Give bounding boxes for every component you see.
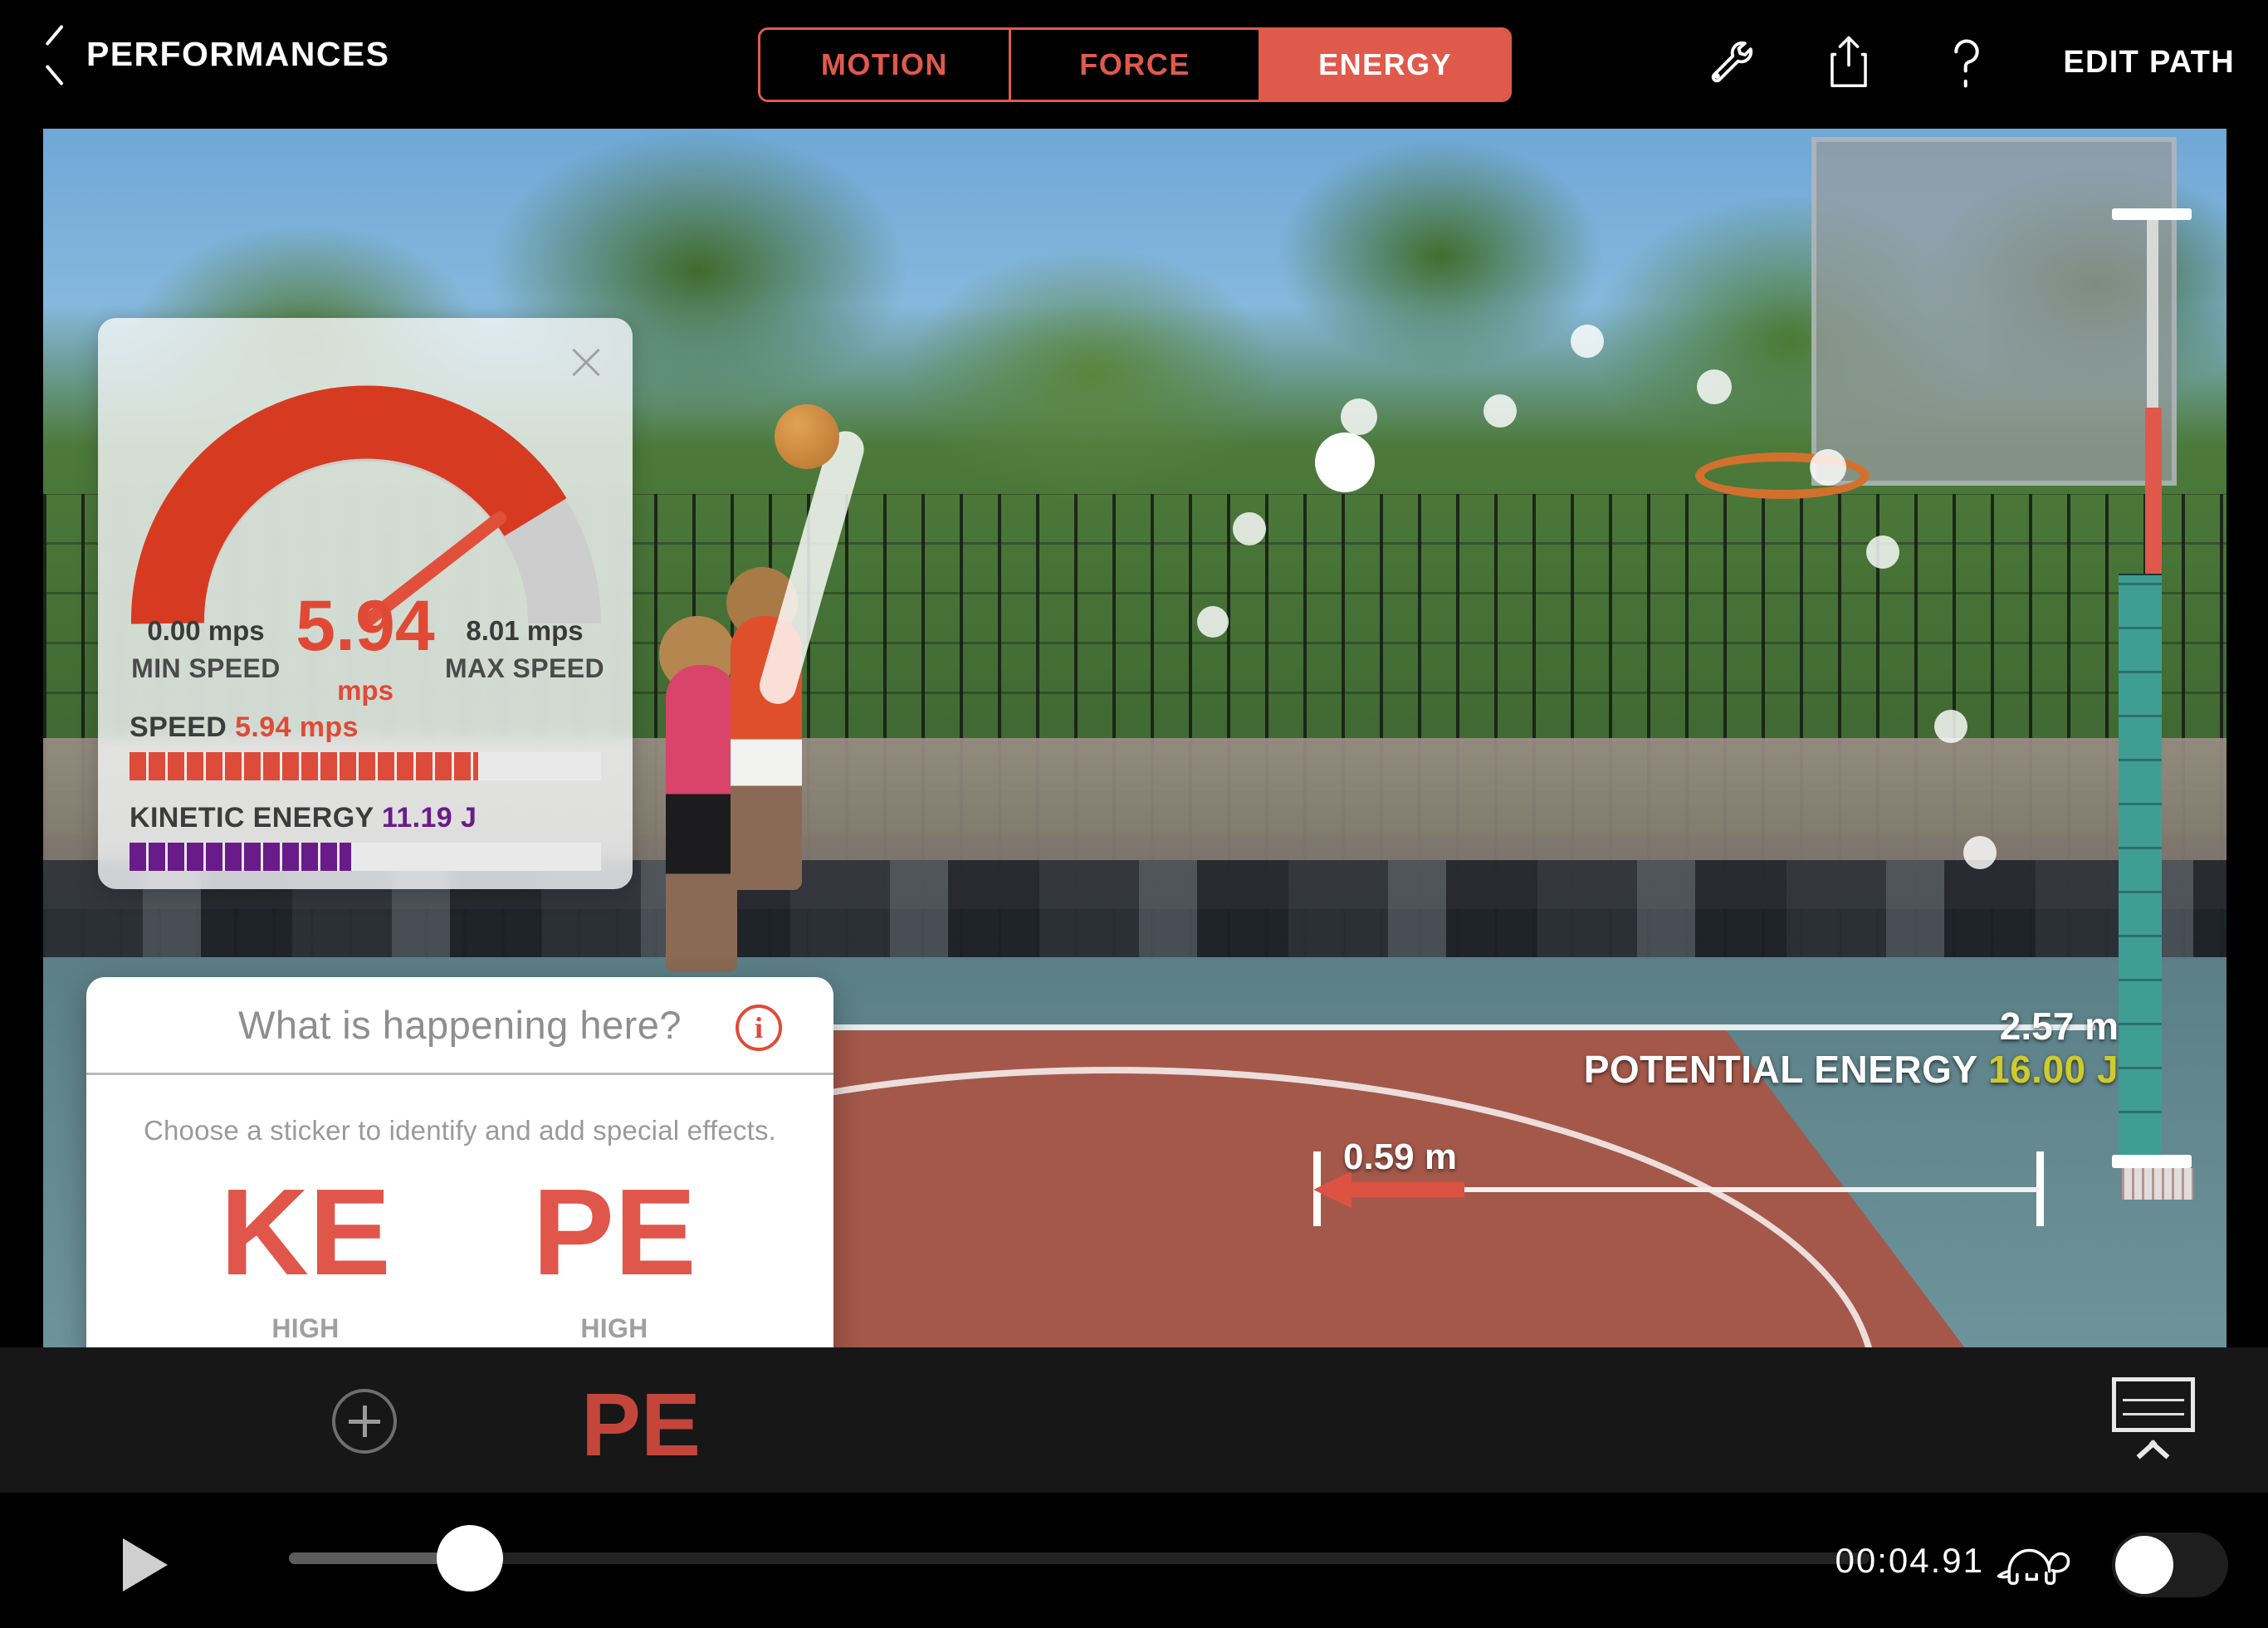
sticker-options: KE HIGHKINETIC ENERGY PE HIGHPOTENTIAL E… <box>86 1146 833 1347</box>
potential-energy-ruler[interactable] <box>2107 208 2207 1200</box>
track-point[interactable] <box>1963 836 1997 869</box>
distance-value: 0.59 m <box>1343 1137 1457 1177</box>
playback-bar: 00:04.91 <box>0 1493 2268 1628</box>
sticker-ke-glyph: KE <box>220 1164 391 1301</box>
track-point-current[interactable] <box>1315 433 1375 492</box>
height-value: 2.57 m <box>1999 1005 2119 1048</box>
info-glyph: i <box>754 1011 763 1044</box>
add-sticker-button[interactable] <box>332 1389 397 1454</box>
min-speed-block: 0.00 mps MIN SPEED <box>106 615 305 684</box>
page-title: PERFORMANCES <box>86 34 390 73</box>
distance-arrow-body <box>1348 1182 1464 1197</box>
speed-gauge-panel[interactable]: 5.94 mps 0.00 mps MIN SPEED 8.01 mps MAX… <box>98 318 633 889</box>
toggle-knob <box>2115 1536 2173 1594</box>
potential-energy-readout: 2.57 m POTENTIAL ENERGY 16.00 J <box>1584 1005 2119 1091</box>
max-speed-caption: MAX SPEED <box>444 653 605 683</box>
popover-title: What is happening here? <box>237 1003 682 1047</box>
back-to-performances-button[interactable]: PERFORMANCES <box>43 32 389 76</box>
tab-force[interactable]: FORCE <box>1008 30 1259 100</box>
sticker-track-bar: PE <box>0 1347 2268 1493</box>
track-point[interactable] <box>1197 606 1229 638</box>
track-point[interactable] <box>1697 369 1732 404</box>
timecode: 00:04.91 <box>1835 1541 1984 1580</box>
kinetic-energy-bar-label: KINETIC ENERGY <box>130 802 374 834</box>
max-speed-value: 8.01 mps <box>466 615 584 646</box>
track-point[interactable] <box>1934 710 1967 743</box>
track-point[interactable] <box>1341 398 1377 435</box>
edit-path-button[interactable]: EDIT PATH <box>2055 45 2235 81</box>
popover-subtitle: Choose a sticker to identify and add spe… <box>143 1115 777 1146</box>
scrubber-track <box>289 1552 1870 1564</box>
ruler-energy-segments <box>2119 574 2162 1155</box>
max-speed-block: 8.01 mps MAX SPEED <box>425 615 624 684</box>
speed-bar-header: SPEED 5.94 mps <box>130 711 601 744</box>
video-stage[interactable]: 2.57 m POTENTIAL ENERGY 16.00 J 0.59 m 5… <box>43 129 2226 1347</box>
sticker-option-pe[interactable]: PE HIGHPOTENTIAL ENERGY <box>477 1168 751 1347</box>
graph-icon <box>2112 1377 2195 1432</box>
track-point[interactable] <box>1866 535 1899 569</box>
info-icon[interactable]: i <box>736 1005 782 1051</box>
sticker-pe-caption: HIGHPOTENTIAL ENERGY <box>580 1313 648 1344</box>
wrench-icon[interactable] <box>1701 25 1761 100</box>
sticker-chooser-popover[interactable]: What is happening here? i Choose a stick… <box>86 977 833 1347</box>
speed-bar-track <box>130 752 601 780</box>
ruler-top-cap <box>2112 208 2192 220</box>
track-point[interactable] <box>1810 449 1846 486</box>
ruler-bottom-cap <box>2112 1155 2192 1168</box>
turtle-icon <box>1996 1536 2087 1591</box>
distance-measure-overlay[interactable]: 0.59 m <box>1313 1137 2044 1226</box>
tab-motion[interactable]: MOTION <box>760 30 1009 100</box>
toolbar-actions: EDIT PATH <box>1701 25 2235 100</box>
speed-bar-label: SPEED <box>130 711 227 743</box>
speed-bar-value: 5.94 mps <box>235 711 359 743</box>
app-root: PERFORMANCES MOTION FORCE ENERGY EDIT PA… <box>0 0 2268 1628</box>
ruler-stem <box>2147 220 2158 411</box>
tab-energy[interactable]: ENERGY <box>1259 30 1509 100</box>
speed-bar-fill <box>130 752 479 780</box>
kinetic-energy-bar-track <box>130 843 601 871</box>
potential-energy-label: POTENTIAL ENERGY <box>1583 1047 1977 1091</box>
track-point[interactable] <box>1233 512 1266 545</box>
slow-motion-toggle[interactable] <box>2112 1533 2228 1597</box>
popover-header: What is happening here? i <box>86 977 833 1075</box>
kinetic-energy-bar-value: 11.19 J <box>381 802 477 834</box>
scrubber-handle[interactable] <box>437 1525 503 1591</box>
kinetic-energy-bar-fill <box>130 843 351 871</box>
top-toolbar: PERFORMANCES MOTION FORCE ENERGY EDIT PA… <box>0 0 2268 129</box>
potential-energy-value: 16.00 J <box>1988 1047 2119 1091</box>
min-speed-value: 0.00 mps <box>147 615 265 646</box>
mode-segmented-control[interactable]: MOTION FORCE ENERGY <box>758 27 1512 102</box>
sticker-ke-caption: HIGHKINETIC ENERGY <box>271 1313 340 1344</box>
player-pink-body <box>665 664 737 972</box>
basketball <box>775 403 840 469</box>
track-point[interactable] <box>1483 394 1517 428</box>
sticker-option-ke[interactable]: KE HIGHKINETIC ENERGY <box>169 1168 442 1347</box>
min-speed-caption: MIN SPEED <box>131 653 281 683</box>
scrubber[interactable] <box>289 1525 1870 1591</box>
help-icon[interactable] <box>1937 25 1997 100</box>
track-sticker-pe[interactable]: PE <box>581 1372 701 1476</box>
kinetic-energy-bar-header: KINETIC ENERGY 11.19 J <box>130 802 601 834</box>
sticker-pe-glyph: PE <box>532 1164 697 1301</box>
ruler-base-hatch <box>2122 1168 2193 1200</box>
chevron-left-icon <box>43 32 68 76</box>
share-icon[interactable] <box>1819 25 1879 100</box>
show-graph-button[interactable] <box>2104 1377 2203 1469</box>
metric-bars: SPEED 5.94 mps KINETIC ENERGY 11.19 J <box>130 711 601 892</box>
chevron-up-icon <box>2135 1440 2172 1459</box>
track-point[interactable] <box>1571 325 1604 358</box>
play-icon[interactable] <box>123 1538 168 1591</box>
